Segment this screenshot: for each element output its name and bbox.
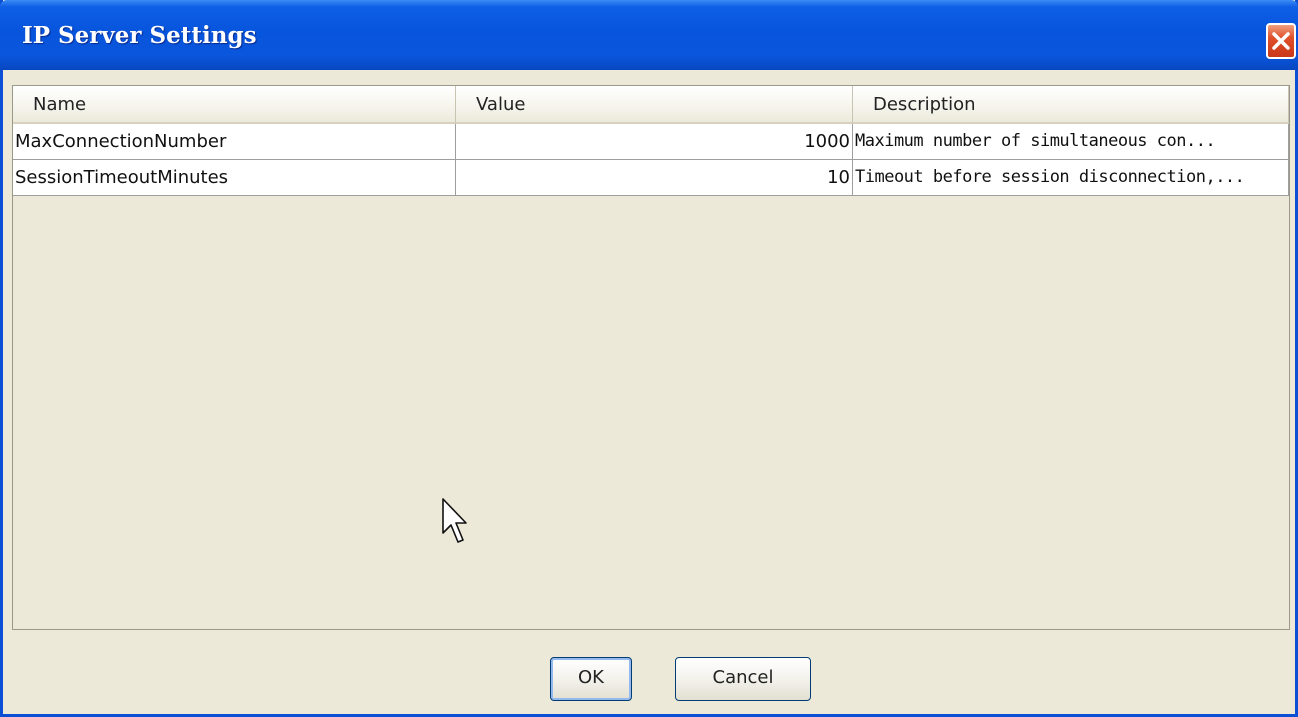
close-icon bbox=[1272, 32, 1290, 50]
cell-value[interactable]: 10 bbox=[456, 160, 853, 196]
dialog-title: IP Server Settings bbox=[22, 22, 257, 49]
table-header: Name Value Description bbox=[13, 86, 1289, 124]
settings-table: Name Value Description MaxConnectionNumb… bbox=[12, 85, 1290, 630]
ip-server-settings-dialog: IP Server Settings Name Value Descriptio… bbox=[0, 0, 1298, 717]
cell-description[interactable]: Maximum number of simultaneous con... bbox=[853, 124, 1289, 160]
cell-name[interactable]: MaxConnectionNumber bbox=[13, 124, 456, 160]
table-row[interactable]: MaxConnectionNumber 1000 Maximum number … bbox=[13, 124, 1289, 160]
cell-name[interactable]: SessionTimeoutMinutes bbox=[13, 160, 456, 196]
column-header-value[interactable]: Value bbox=[456, 86, 853, 124]
column-header-name[interactable]: Name bbox=[13, 86, 456, 124]
table-row[interactable]: SessionTimeoutMinutes 10 Timeout before … bbox=[13, 160, 1289, 196]
cancel-button[interactable]: Cancel bbox=[675, 657, 811, 701]
close-button[interactable] bbox=[1266, 23, 1296, 59]
ok-button[interactable]: OK bbox=[550, 657, 632, 701]
mouse-pointer-icon bbox=[441, 497, 467, 551]
title-bar[interactable]: IP Server Settings bbox=[0, 0, 1298, 70]
column-header-description[interactable]: Description bbox=[853, 86, 1289, 124]
table-body: MaxConnectionNumber 1000 Maximum number … bbox=[13, 124, 1289, 196]
cell-value[interactable]: 1000 bbox=[456, 124, 853, 160]
cell-description[interactable]: Timeout before session disconnection,... bbox=[853, 160, 1289, 196]
